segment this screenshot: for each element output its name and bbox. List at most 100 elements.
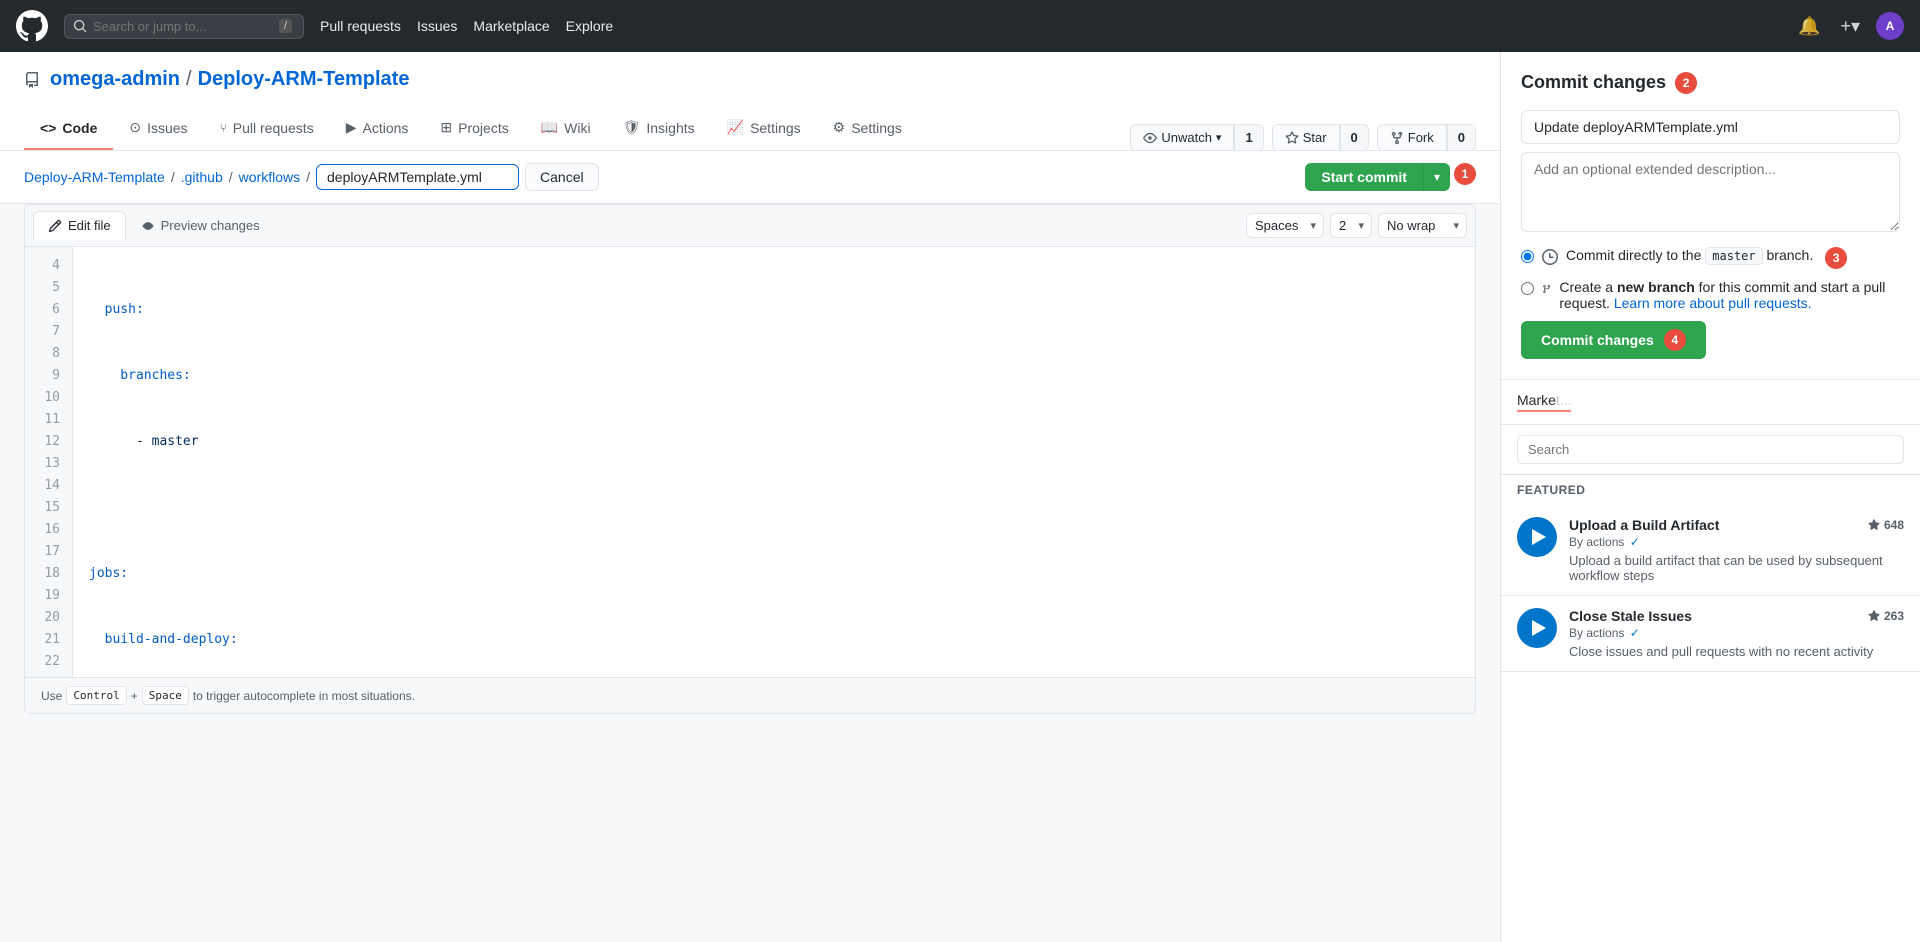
- action-name-1: Upload a Build Artifact 648: [1569, 517, 1904, 533]
- action-item-upload-artifact[interactable]: Upload a Build Artifact 648 By actions ✓…: [1501, 505, 1920, 596]
- action-by-1: By actions ✓: [1569, 535, 1904, 549]
- action-icon-2: [1517, 608, 1557, 648]
- editor-options: Spaces Tabs 2 4 No wrap Soft wrap: [1246, 205, 1467, 246]
- sep1: /: [171, 169, 175, 185]
- tab-insights[interactable]: 📈 Settings: [711, 107, 817, 150]
- tab-projects[interactable]: ⊞ Projects: [424, 107, 524, 150]
- action-item-close-stale[interactable]: Close Stale Issues 263 By actions ✓ Clos…: [1501, 596, 1920, 672]
- featured-label: Featured: [1501, 475, 1920, 505]
- action-desc-1: Upload a build artifact that can be used…: [1569, 553, 1904, 583]
- star-label: Star: [1303, 130, 1327, 145]
- star-count-2: 263: [1868, 609, 1904, 623]
- tab-settings[interactable]: ⚙ Settings: [817, 107, 918, 150]
- issues-nav[interactable]: Issues: [417, 18, 457, 34]
- commit-changes-button[interactable]: Commit changes 4: [1521, 321, 1706, 359]
- branch-name-badge: master: [1705, 247, 1762, 265]
- spaces-select-wrapper: Spaces Tabs: [1246, 213, 1324, 238]
- edit-file-label: Edit file: [68, 218, 111, 233]
- right-panel: Commit changes 2 Commit directly to the …: [1500, 52, 1920, 942]
- top-nav-links: Pull requests Issues Marketplace Explore: [320, 18, 1778, 34]
- unwatch-button[interactable]: Unwatch ▾: [1131, 125, 1234, 150]
- editor-toolbar: Edit file Preview changes Spaces Tabs: [25, 205, 1475, 247]
- new-branch-radio[interactable]: [1521, 282, 1534, 295]
- commit-description-input[interactable]: [1521, 152, 1900, 232]
- hint-use: Use: [41, 689, 62, 703]
- github-logo[interactable]: [16, 10, 48, 42]
- commit-panel-badge: 2: [1675, 72, 1697, 94]
- notifications-button[interactable]: 🔔: [1794, 12, 1824, 41]
- breadcrumb-root[interactable]: Deploy-ARM-Template: [24, 169, 165, 185]
- top-navigation: / Pull requests Issues Marketplace Explo…: [0, 0, 1920, 52]
- new-branch-label: Create a new branch for this commit and …: [1559, 279, 1900, 311]
- wrap-select[interactable]: No wrap Soft wrap: [1378, 213, 1467, 238]
- tab-wiki[interactable]: 📖 Wiki: [525, 107, 607, 150]
- indent-select-wrapper: 2 4: [1330, 213, 1372, 238]
- breadcrumb-sep: /: [186, 68, 192, 91]
- action-name-2: Close Stale Issues 263: [1569, 608, 1904, 624]
- unwatch-label: Unwatch: [1161, 130, 1212, 145]
- breadcrumb: omega-admin / Deploy-ARM-Template: [24, 68, 1476, 91]
- explore-nav[interactable]: Explore: [566, 18, 613, 34]
- start-commit-label: Start commit: [1321, 169, 1407, 185]
- direct-commit-label: Commit directly to the master branch.: [1566, 247, 1813, 263]
- code-editor[interactable]: 4 5 6 7 8 9 10 11 12 13 14 15 16 17 18 1…: [25, 247, 1475, 677]
- play-icon-2: [1532, 620, 1546, 636]
- new-branch-option: Create a new branch for this commit and …: [1521, 279, 1900, 311]
- search-box[interactable]: /: [64, 14, 304, 39]
- code-content[interactable]: push: branches: - master jobs: build-and…: [73, 247, 1475, 677]
- start-commit-badge: 1: [1454, 163, 1476, 185]
- marketplace-search-wrapper: [1501, 425, 1920, 475]
- start-commit-dropdown[interactable]: ▾: [1423, 163, 1450, 191]
- action-info-1: Upload a Build Artifact 648 By actions ✓…: [1569, 517, 1904, 583]
- cancel-button[interactable]: Cancel: [525, 163, 599, 191]
- direct-commit-option: Commit directly to the master branch. 3: [1521, 247, 1900, 269]
- breadcrumb-github[interactable]: .github: [181, 169, 223, 185]
- plus-sym: +: [131, 689, 138, 703]
- top-nav-right: 🔔 +▾ A: [1794, 12, 1904, 41]
- direct-commit-radio[interactable]: [1521, 250, 1534, 263]
- tab-actions[interactable]: ▶ Actions: [330, 107, 425, 150]
- commit-panel-title: Commit changes 2: [1521, 72, 1900, 94]
- search-input[interactable]: [93, 19, 273, 34]
- edit-file-tab[interactable]: Edit file: [33, 211, 126, 240]
- pull-requests-nav[interactable]: Pull requests: [320, 18, 401, 34]
- breadcrumb-workflows[interactable]: workflows: [239, 169, 300, 185]
- star-button[interactable]: Star: [1273, 125, 1340, 150]
- tab-pull-requests[interactable]: ⑂ Pull requests: [204, 107, 330, 150]
- marketplace-nav[interactable]: Marketplace: [473, 18, 549, 34]
- action-icon-1: [1517, 517, 1557, 557]
- filename-input[interactable]: [316, 164, 519, 190]
- tab-code[interactable]: <> Code: [24, 107, 113, 150]
- unwatch-count[interactable]: 1: [1234, 125, 1262, 150]
- repo-owner[interactable]: omega-admin: [50, 68, 180, 91]
- star-count[interactable]: 0: [1340, 125, 1368, 150]
- commit-message-input[interactable]: [1521, 110, 1900, 144]
- file-path-bar: Deploy-ARM-Template / .github / workflow…: [0, 151, 1500, 204]
- fork-label: Fork: [1408, 130, 1434, 145]
- commit-panel: Commit changes 2 Commit directly to the …: [1501, 52, 1920, 380]
- create-new-button[interactable]: +▾: [1836, 12, 1864, 41]
- marketplace-search-input[interactable]: [1517, 435, 1904, 464]
- indent-select[interactable]: 2 4: [1330, 213, 1372, 238]
- repo-name-link[interactable]: Deploy-ARM-Template: [198, 68, 410, 91]
- start-commit-group: Start commit ▾ 1: [1305, 163, 1476, 191]
- star-group: Star 0: [1272, 124, 1369, 151]
- fork-button[interactable]: Fork: [1378, 125, 1447, 150]
- start-commit-button[interactable]: Start commit: [1305, 163, 1423, 191]
- radio-badge: 3: [1825, 247, 1847, 269]
- fork-count[interactable]: 0: [1447, 125, 1475, 150]
- unwatch-group: Unwatch ▾ 1: [1130, 124, 1263, 151]
- play-icon-1: [1532, 529, 1546, 545]
- marketplace-tab-label[interactable]: Market...: [1517, 392, 1571, 412]
- action-desc-2: Close issues and pull requests with no r…: [1569, 644, 1904, 659]
- repo-header: omega-admin / Deploy-ARM-Template Unwatc…: [0, 52, 1500, 151]
- tab-security[interactable]: 🛡 Insights: [607, 107, 711, 150]
- editor-container: Edit file Preview changes Spaces Tabs: [24, 204, 1476, 714]
- learn-more-link[interactable]: Learn more about pull requests.: [1614, 295, 1812, 311]
- repo-header-actions: Unwatch ▾ 1 Star 0: [1130, 124, 1476, 151]
- spaces-select[interactable]: Spaces Tabs: [1246, 213, 1324, 238]
- tab-issues[interactable]: ⊙ Issues: [113, 107, 203, 150]
- page-wrapper: omega-admin / Deploy-ARM-Template Unwatc…: [0, 52, 1920, 942]
- preview-tab[interactable]: Preview changes: [126, 211, 275, 240]
- avatar[interactable]: A: [1876, 12, 1904, 40]
